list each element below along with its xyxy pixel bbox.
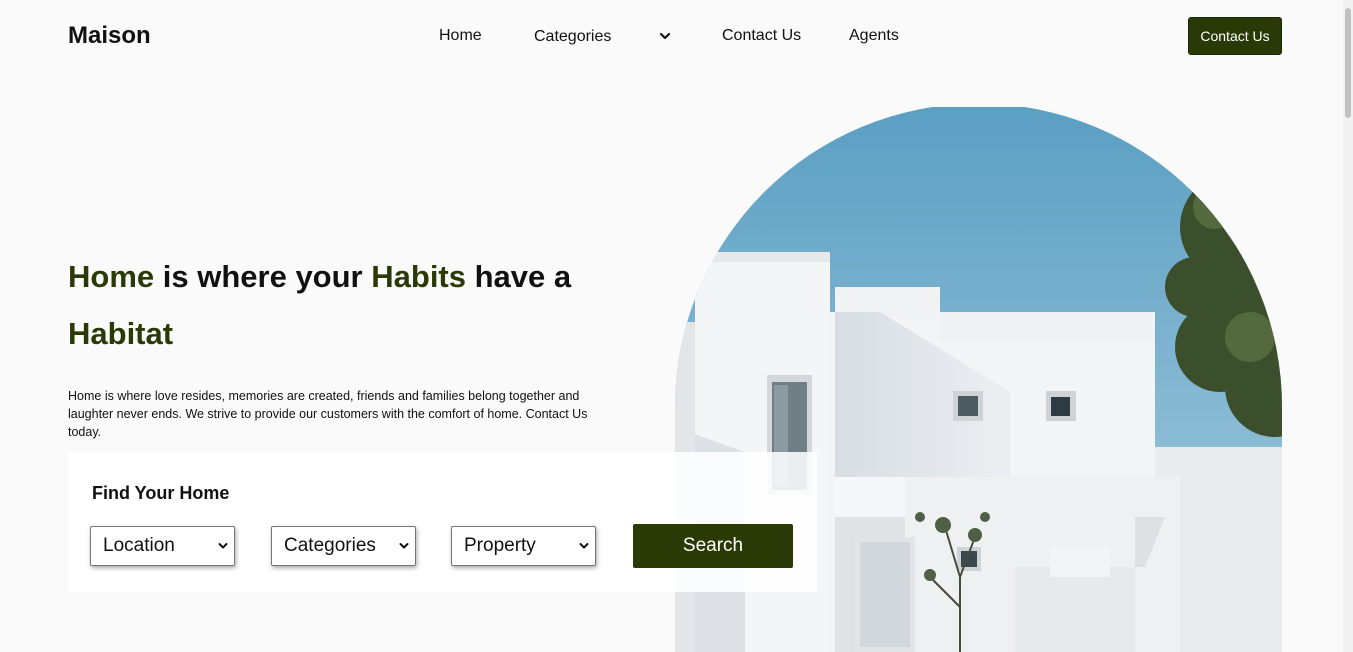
nav-agents[interactable]: Agents bbox=[849, 27, 899, 45]
property-select[interactable]: Property bbox=[451, 526, 596, 566]
chevron-down-icon bbox=[399, 543, 409, 549]
search-card: Find Your Home Location Categories Prope… bbox=[68, 452, 817, 592]
nav-contact-us[interactable]: Contact Us bbox=[722, 27, 801, 45]
nav-home[interactable]: Home bbox=[439, 27, 482, 45]
search-heading: Find Your Home bbox=[92, 483, 230, 503]
scrollbar-thumb[interactable] bbox=[1345, 8, 1351, 118]
logo[interactable]: Maison bbox=[68, 22, 151, 50]
chevron-down-icon bbox=[579, 543, 589, 549]
location-select-value: Location bbox=[103, 535, 175, 556]
property-select-value: Property bbox=[464, 535, 536, 556]
hero-title-word-habits: Habits bbox=[371, 259, 466, 294]
chevron-down-icon[interactable] bbox=[658, 29, 672, 43]
scrollbar-track[interactable] bbox=[1343, 0, 1353, 652]
hero-title-phrase-1: is where your bbox=[162, 259, 363, 294]
categories-select[interactable]: Categories bbox=[271, 526, 416, 566]
location-select[interactable]: Location bbox=[90, 526, 235, 566]
hero-title-word-home: Home bbox=[68, 259, 155, 294]
search-button[interactable]: Search bbox=[633, 524, 793, 568]
hero-title-phrase-2: have a bbox=[474, 259, 572, 294]
categories-select-value: Categories bbox=[284, 535, 376, 556]
hero-description: Home is where love resides, memories are… bbox=[68, 389, 588, 439]
chevron-down-icon bbox=[218, 543, 228, 549]
hero-title-word-habitat: Habitat bbox=[68, 316, 174, 351]
hero-title: Home is where your Habits have a Habitat bbox=[68, 248, 648, 362]
contact-us-button[interactable]: Contact Us bbox=[1188, 17, 1282, 55]
nav-categories[interactable]: Categories bbox=[534, 28, 611, 46]
